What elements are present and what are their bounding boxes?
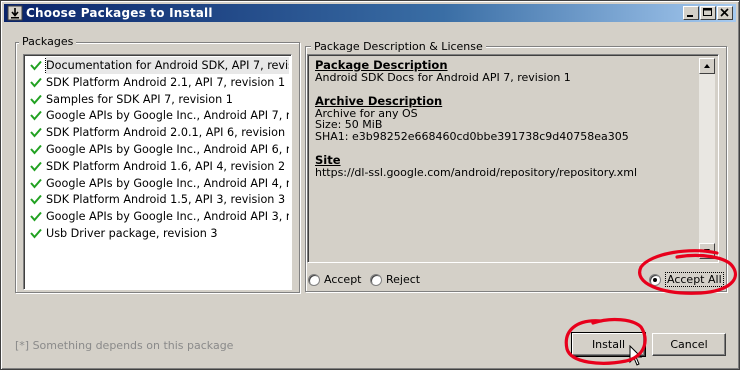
download-icon [7, 5, 23, 21]
package-list-item[interactable]: Google APIs by Google Inc., Android API … [27, 141, 289, 158]
package-label: Usb Driver package, revision 3 [46, 227, 218, 240]
package-list-item[interactable]: SDK Platform Android 2.0.1, API 6, revis… [27, 124, 289, 141]
package-list-item[interactable]: Samples for SDK API 7, revision 1 [27, 91, 289, 108]
package-list-item[interactable]: Google APIs by Google Inc., Android API … [27, 175, 289, 192]
close-icon [720, 8, 729, 17]
package-label: Google APIs by Google Inc., Android API … [46, 109, 289, 123]
title-bar[interactable]: Choose Packages to Install [4, 4, 736, 22]
minimize-icon [687, 15, 693, 17]
description-group-label: Package Description & License [311, 40, 486, 53]
maximize-button[interactable] [700, 6, 716, 20]
close-button[interactable] [717, 6, 733, 20]
packages-group-label: Packages [19, 35, 77, 48]
archive-description-heading: Archive Description [315, 94, 443, 108]
package-description-text: Android SDK Docs for Android API 7, revi… [315, 71, 571, 84]
package-label: SDK Platform Android 1.5, API 3, revisio… [46, 193, 289, 207]
accept-radio[interactable] [308, 274, 320, 286]
package-label: Google APIs by Google Inc., Android API … [46, 210, 289, 224]
minimize-button[interactable] [683, 6, 699, 20]
package-label: Samples for SDK API 7, revision 1 [46, 92, 233, 106]
package-list-item[interactable]: Documentation for Android SDK, API 7, re… [27, 57, 289, 74]
package-list-item[interactable]: Google APIs by Google Inc., Android API … [27, 208, 289, 225]
package-label: SDK Platform Android 2.1, API 7, revisio… [46, 75, 289, 89]
install-button[interactable]: Install [571, 332, 646, 357]
package-label: Documentation for Android SDK, API 7, re… [45, 57, 289, 74]
checkmark-icon[interactable] [30, 228, 42, 239]
scroll-down-button[interactable] [699, 243, 715, 259]
archive-sha1-text: SHA1: e3b98252e668460cd0bbe391738c9d4075… [315, 130, 629, 143]
packages-list[interactable]: Documentation for Android SDK, API 7, re… [23, 54, 292, 290]
package-list-item[interactable]: SDK Platform Android 1.5, API 3, revisio… [27, 191, 289, 208]
accept-all-label[interactable]: Accept All [665, 272, 724, 287]
reject-label[interactable]: Reject [386, 273, 420, 286]
reject-radio[interactable] [370, 274, 382, 286]
cancel-button[interactable]: Cancel [652, 333, 726, 356]
scroll-up-button[interactable] [699, 58, 715, 74]
accept-all-radio[interactable] [649, 274, 661, 286]
package-label: Google APIs by Google Inc., Android API … [46, 143, 289, 156]
description-pane[interactable]: Package Description Android SDK Docs for… [307, 54, 719, 263]
checkmark-icon[interactable] [30, 178, 42, 189]
site-url: https://dl-ssl.google.com/android/reposi… [315, 166, 638, 179]
accept-label[interactable]: Accept [324, 273, 362, 286]
package-list-item[interactable]: SDK Platform Android 2.1, API 7, revisio… [27, 74, 289, 91]
dependency-note: [*] Something depends on this package [15, 339, 234, 352]
arrow-down-icon [704, 249, 710, 253]
window-title: Choose Packages to Install [26, 6, 213, 20]
maximize-icon [703, 8, 712, 16]
checkmark-icon[interactable] [30, 77, 42, 88]
checkmark-icon[interactable] [30, 211, 42, 222]
package-label: Google APIs by Google Inc., Android API … [46, 176, 289, 190]
description-scrollbar[interactable] [699, 58, 715, 259]
checkmark-icon[interactable] [30, 110, 42, 121]
site-heading: Site [315, 153, 341, 167]
package-label: SDK Platform Android 2.0.1, API 6, revis… [46, 126, 289, 140]
package-list-item[interactable]: Usb Driver package, revision 3 [27, 225, 289, 242]
package-list-item[interactable]: Google APIs by Google Inc., Android API … [27, 107, 289, 124]
package-label: SDK Platform Android 1.6, API 4, revisio… [46, 159, 289, 173]
package-list-item[interactable]: SDK Platform Android 1.6, API 4, revisio… [27, 158, 289, 175]
checkmark-icon[interactable] [30, 161, 42, 172]
checkmark-icon[interactable] [30, 94, 42, 105]
checkmark-icon[interactable] [30, 144, 42, 155]
checkmark-icon[interactable] [30, 194, 42, 205]
arrow-up-icon [704, 64, 710, 68]
package-description-heading: Package Description [315, 58, 448, 72]
checkmark-icon[interactable] [30, 60, 42, 71]
dialog-window: Choose Packages to Install Packages Docu… [0, 0, 740, 370]
checkmark-icon[interactable] [30, 127, 42, 138]
